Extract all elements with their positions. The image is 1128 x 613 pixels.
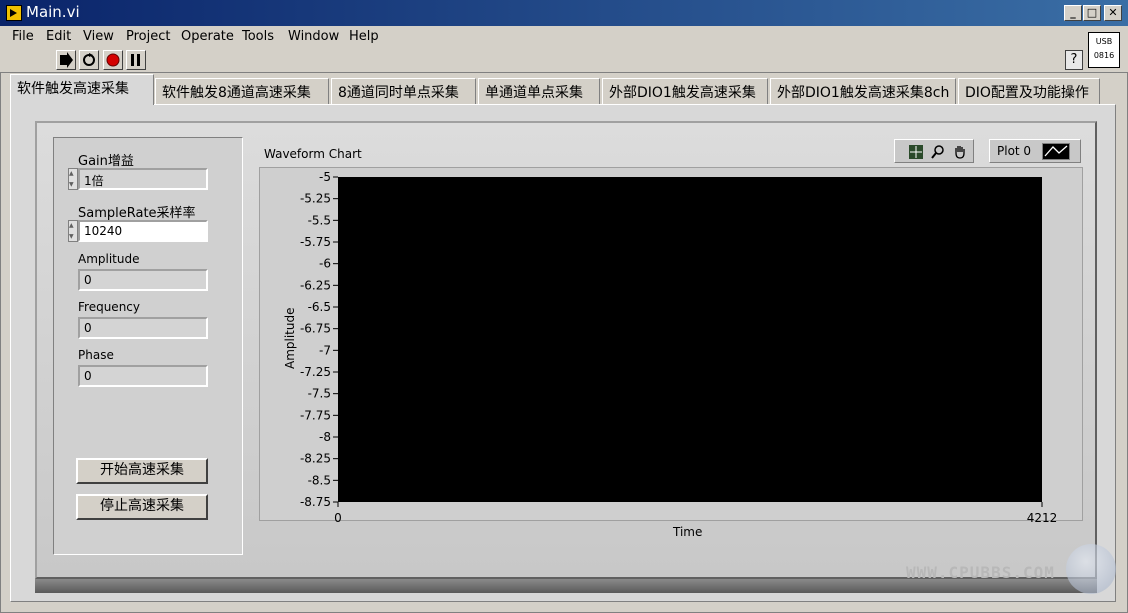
- gain-ring[interactable]: 1倍: [78, 168, 208, 190]
- amplitude-indicator: 0: [78, 269, 208, 291]
- tab-dio-config[interactable]: DIO配置及功能操作: [958, 78, 1100, 104]
- vi-icon: [6, 5, 22, 21]
- start-acquisition-button[interactable]: 开始高速采集: [76, 458, 208, 484]
- samplerate-input[interactable]: 10240: [78, 220, 208, 242]
- menu-window[interactable]: Window: [288, 29, 339, 44]
- phase-label: Phase: [78, 348, 114, 362]
- context-help-button[interactable]: ?: [1065, 50, 1083, 70]
- usb-label: USB: [1095, 37, 1113, 46]
- graph-palette: [894, 139, 974, 163]
- phase-indicator: 0: [78, 365, 208, 387]
- menu-view[interactable]: View: [83, 29, 114, 44]
- title-bar: Main.vi _ □ ✕: [0, 0, 1128, 26]
- amplitude-label: Amplitude: [78, 252, 140, 266]
- stop-acquisition-button[interactable]: 停止高速采集: [76, 494, 208, 520]
- window-title: Main.vi: [26, 3, 80, 21]
- tab-page: Gain增益 1倍 SampleRate采样率 10240 Amplitude …: [10, 104, 1116, 602]
- gain-label: Gain增益: [78, 154, 134, 169]
- zoom-icon[interactable]: [929, 144, 947, 160]
- usb-model: 0816: [1093, 51, 1115, 60]
- legend-line-swatch: [1042, 143, 1070, 160]
- gain-stepper[interactable]: [68, 168, 78, 190]
- tab-external-dio1-trigger-8ch[interactable]: 外部DIO1触发高速采集8ch: [770, 78, 956, 104]
- tab-single-channel-single-point[interactable]: 单通道单点采集: [478, 78, 600, 104]
- abort-stop-icon[interactable]: [103, 50, 123, 70]
- close-button[interactable]: ✕: [1104, 5, 1122, 21]
- maximize-button[interactable]: □: [1083, 5, 1101, 21]
- pause-icon[interactable]: [126, 50, 146, 70]
- minimize-button[interactable]: _: [1064, 5, 1082, 21]
- controls-cluster: Gain增益 1倍 SampleRate采样率 10240 Amplitude …: [53, 137, 243, 555]
- run-continuously-icon[interactable]: [79, 50, 99, 70]
- menu-tools[interactable]: Tools: [242, 29, 274, 44]
- x-axis-label: Time: [673, 525, 703, 539]
- front-panel-frame: Gain增益 1倍 SampleRate采样率 10240 Amplitude …: [35, 121, 1097, 579]
- y-axis-label: Amplitude: [283, 307, 297, 370]
- menu-help[interactable]: Help: [349, 29, 379, 44]
- samplerate-stepper[interactable]: [68, 220, 78, 242]
- tab-control: 软件触发高速采集 软件触发8通道高速采集 8通道同时单点采集 单通道单点采集 外…: [10, 74, 1120, 106]
- menu-project[interactable]: Project: [126, 29, 170, 44]
- cursor-crosshair-icon[interactable]: [907, 144, 925, 160]
- vi-icon-usb0816: USB 0816: [1088, 32, 1120, 68]
- run-arrow-icon[interactable]: [56, 50, 76, 70]
- plot-area[interactable]: [338, 177, 1042, 502]
- tab-8ch-simultaneous-single-point[interactable]: 8通道同时单点采集: [331, 78, 476, 104]
- tab-software-trigger-8ch[interactable]: 软件触发8通道高速采集: [155, 78, 329, 104]
- frequency-label: Frequency: [78, 300, 140, 314]
- menu-edit[interactable]: Edit: [46, 29, 71, 44]
- frequency-indicator: 0: [78, 317, 208, 339]
- toolbar: ?: [0, 48, 1128, 72]
- samplerate-label: SampleRate采样率: [78, 206, 196, 221]
- menu-operate[interactable]: Operate: [181, 29, 234, 44]
- plot-legend[interactable]: Plot 0: [989, 139, 1081, 163]
- chart-title: Waveform Chart: [264, 147, 362, 161]
- menu-bar: File Edit View Project Operate Tools Win…: [0, 26, 1080, 48]
- watermark-text: WWW.CPUBBS.COM: [906, 563, 1055, 582]
- tab-software-trigger-high-speed[interactable]: 软件触发高速采集: [10, 74, 154, 105]
- tab-external-dio1-trigger[interactable]: 外部DIO1触发高速采集: [602, 78, 768, 104]
- pan-hand-icon[interactable]: [951, 144, 969, 160]
- menu-file[interactable]: File: [12, 29, 34, 44]
- watermark-globe-icon: [1066, 544, 1116, 594]
- legend-series-name: Plot 0: [997, 144, 1032, 158]
